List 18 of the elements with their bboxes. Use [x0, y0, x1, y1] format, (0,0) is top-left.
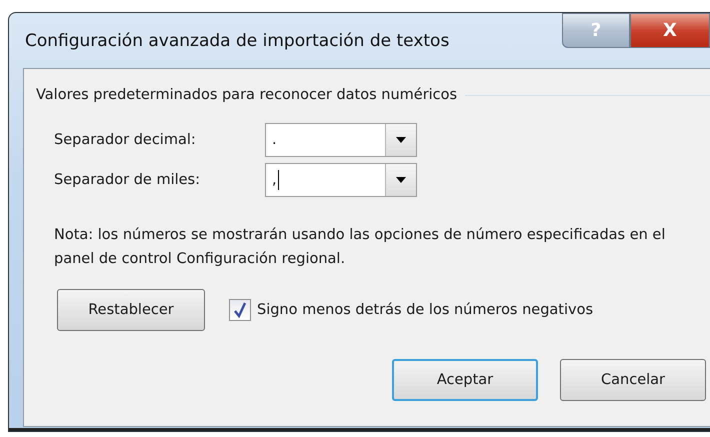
checkbox-label: Signo menos detrás de los números negativos [257, 302, 594, 318]
field-label: Separador decimal: [54, 132, 197, 148]
check-icon [233, 302, 247, 318]
group-title: Valores predeterminados para reconocer datos numéricos [36, 87, 458, 103]
reset-button[interactable]: Restablecer [57, 289, 205, 331]
dropdown-arrow-icon [396, 137, 406, 143]
combobox-value: . [271, 131, 278, 150]
combobox-value: , [271, 169, 280, 192]
separator-combobox[interactable]: . [265, 123, 417, 157]
separator-combobox[interactable]: , [265, 163, 417, 197]
negative-sign-checkbox[interactable]: Signo menos detrás de los números negativos [229, 299, 594, 321]
accept-button[interactable]: Aceptar [392, 359, 538, 401]
window-title: Configuración avanzada de importación de textos [24, 30, 450, 50]
field-label: Separador de miles: [54, 172, 201, 188]
close-button[interactable]: X [630, 13, 710, 48]
cancel-button[interactable]: Cancelar [560, 359, 706, 401]
dropdown-arrow-icon [396, 177, 406, 183]
note-text: Nota: los números se mostrarán usando las opciones de número especificadas en el panel de control Configuración regional. [54, 226, 666, 269]
